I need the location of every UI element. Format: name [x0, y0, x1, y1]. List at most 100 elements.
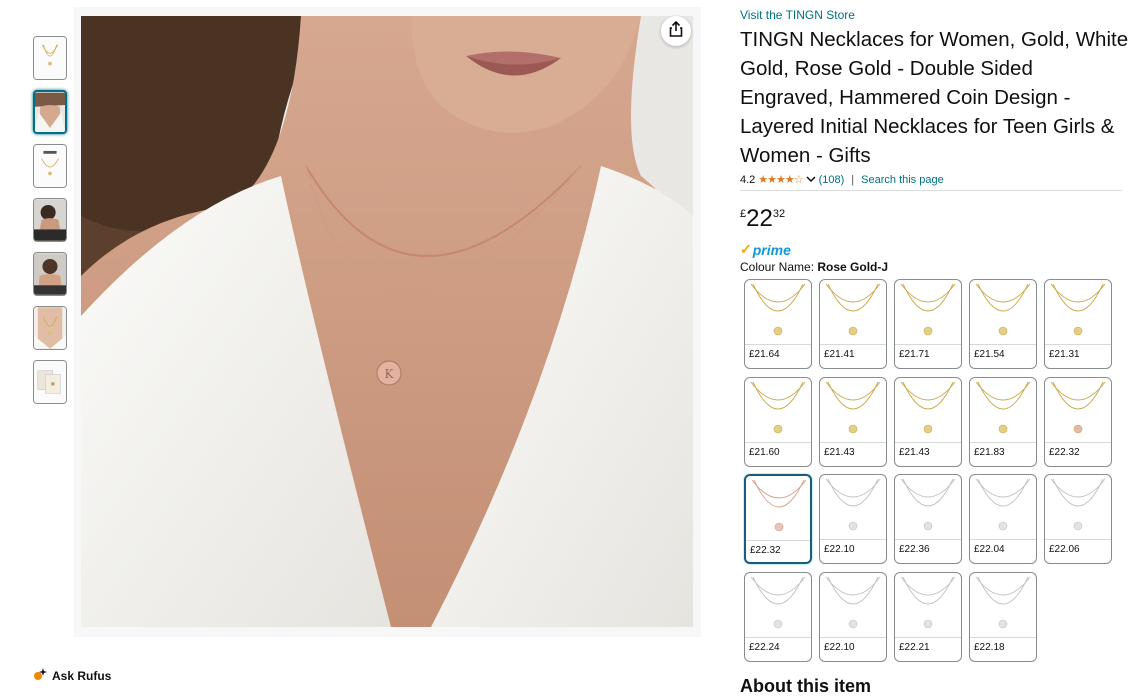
rating-value: 4.2: [740, 173, 756, 186]
swatch-divider: [1045, 539, 1111, 540]
colour-swatch[interactable]: £21.43: [819, 376, 887, 467]
swatch-divider: [895, 344, 961, 345]
colour-swatch[interactable]: £21.60: [744, 376, 812, 467]
star-rating-icon[interactable]: ★★★★☆: [758, 173, 803, 186]
divider: [740, 190, 1122, 191]
swatch-price: £21.83: [974, 446, 1005, 458]
necklace-icon: [900, 576, 956, 628]
swatch-price: £22.36: [899, 544, 930, 555]
swatch-price: £22.04: [974, 544, 1005, 555]
swatch-divider: [970, 344, 1036, 345]
colour-swatch[interactable]: £22.32: [744, 474, 812, 564]
rating-row: 4.2 ★★★★☆ (108) | Search this page: [740, 173, 944, 187]
thumb-5-model-portrait[interactable]: [33, 252, 67, 296]
swatch-price: £22.24: [749, 641, 780, 653]
colour-swatch[interactable]: £22.36: [894, 474, 962, 564]
colour-swatch[interactable]: £22.18: [969, 571, 1037, 662]
swatch-price: £21.43: [899, 446, 930, 458]
necklace-icon: [975, 381, 1031, 433]
colour-swatch[interactable]: £22.10: [819, 474, 887, 564]
swatch-divider: [745, 344, 811, 345]
swatch-price: £22.18: [974, 641, 1005, 653]
swatch-divider: [820, 539, 886, 540]
swatch-divider: [820, 344, 886, 345]
swatch-price: £21.60: [749, 446, 780, 458]
swatch-price: £21.41: [824, 349, 855, 360]
product-title: TINGN Necklaces for Women, Gold, White G…: [740, 28, 1129, 167]
colour-swatch[interactable]: £22.04: [969, 474, 1037, 564]
swatch-divider: [820, 636, 886, 638]
colour-swatch[interactable]: £22.21: [894, 571, 962, 662]
thumb-2-model[interactable]: [33, 90, 67, 134]
thumb-7-cards[interactable]: [33, 360, 67, 404]
colour-swatch[interactable]: £22.06: [1044, 474, 1112, 564]
price-fraction: 32: [772, 208, 786, 220]
colour-swatch[interactable]: £22.32: [1044, 376, 1112, 467]
about-this-item-heading: About this item: [740, 676, 871, 696]
swatch-price: £22.06: [1049, 544, 1080, 555]
necklace-icon: [750, 576, 806, 628]
main-product-image[interactable]: K: [81, 16, 693, 627]
necklace-icon: [1050, 381, 1106, 433]
swatch-price: £21.64: [749, 349, 780, 360]
necklace-icon: [1050, 478, 1106, 531]
swatch-divider: [1045, 344, 1111, 345]
price-whole: 22: [746, 205, 773, 232]
ask-rufus-label: Ask Rufus: [52, 668, 112, 683]
swatch-divider: [745, 441, 811, 443]
share-button[interactable]: [661, 16, 691, 46]
necklace-icon: [1050, 283, 1106, 336]
prime-check-icon: ✓: [740, 241, 752, 257]
swatch-divider: [895, 539, 961, 540]
ask-rufus-button[interactable]: Ask Rufus: [33, 667, 111, 684]
swatch-divider: [820, 441, 886, 443]
necklace-icon: [825, 576, 881, 628]
colour-swatch[interactable]: £21.31: [1044, 279, 1112, 369]
swatch-price: £22.10: [824, 641, 855, 653]
share-icon: [667, 20, 685, 43]
colour-value: Rose Gold-J: [817, 260, 889, 274]
swatch-price: £21.43: [824, 446, 855, 458]
colour-label: Colour Name:: [740, 260, 815, 274]
necklace-icon: [825, 381, 881, 433]
colour-swatch[interactable]: £21.83: [969, 376, 1037, 467]
necklace-icon: [900, 283, 956, 336]
colour-swatch[interactable]: £22.24: [744, 571, 812, 662]
necklace-icon: [751, 479, 807, 532]
review-count-link[interactable]: (108): [819, 174, 845, 186]
necklace-icon: [900, 478, 956, 531]
necklace-icon: [750, 283, 806, 336]
swatch-price: £21.31: [1049, 349, 1080, 360]
chevron-down-icon[interactable]: [806, 174, 816, 186]
colour-swatch[interactable]: £21.43: [894, 376, 962, 467]
colour-swatch[interactable]: £21.71: [894, 279, 962, 369]
thumb-6-model-closeup[interactable]: [33, 306, 67, 350]
swatch-divider: [1045, 441, 1111, 443]
svg-text:K: K: [385, 367, 395, 381]
swatch-divider: [745, 636, 811, 638]
swatch-divider: [970, 636, 1036, 638]
swatch-divider: [895, 636, 961, 638]
colour-swatch[interactable]: £21.54: [969, 279, 1037, 369]
rufus-icon: [33, 667, 47, 684]
price: £ 22 32: [740, 204, 785, 234]
swatch-divider: [970, 539, 1036, 540]
prime-label: prime: [752, 241, 791, 258]
colour-swatch[interactable]: £22.10: [819, 571, 887, 662]
thumb-1-gold-necklace[interactable]: [33, 36, 67, 80]
swatch-price: £22.10: [824, 544, 855, 555]
thumb-4-model-side[interactable]: [33, 198, 67, 242]
search-this-page-link[interactable]: Search this page: [861, 174, 944, 186]
thumb-3-package[interactable]: [33, 144, 67, 188]
swatch-price: £22.21: [899, 641, 930, 653]
necklace-icon: [975, 478, 1031, 531]
store-link[interactable]: Visit the TINGN Store: [740, 8, 855, 22]
colour-swatch[interactable]: £21.64: [744, 279, 812, 369]
swatch-divider: [746, 540, 810, 541]
swatch-divider: [970, 441, 1036, 443]
necklace-icon: [825, 478, 881, 531]
necklace-icon: [900, 381, 956, 433]
necklace-icon: [825, 283, 881, 336]
colour-swatch[interactable]: £21.41: [819, 279, 887, 369]
prime-badge: ✓ prime: [740, 241, 791, 258]
